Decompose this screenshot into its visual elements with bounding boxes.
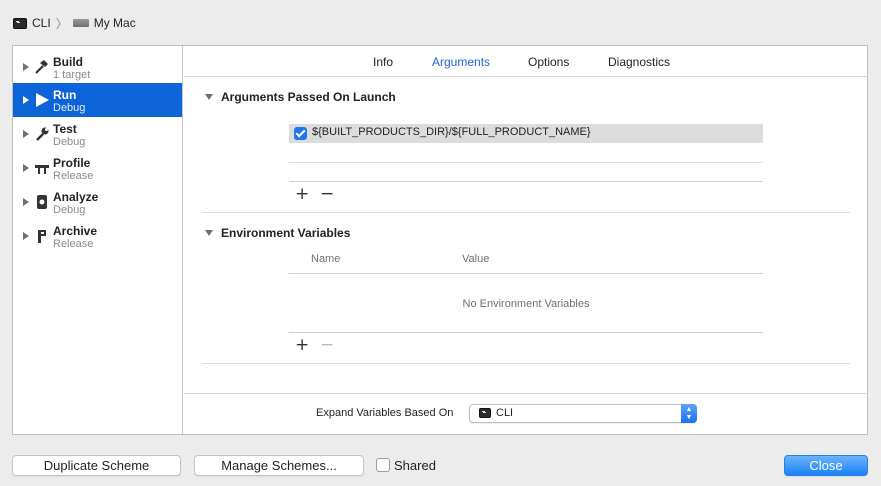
tab-info[interactable]: Info — [373, 55, 393, 69]
sidebar-item-sublabel: Release — [53, 170, 94, 182]
section-divider — [202, 212, 850, 213]
disclosure-triangle-icon[interactable] — [205, 94, 213, 100]
duplicate-scheme-button[interactable]: Duplicate Scheme — [12, 455, 181, 476]
list-bottom-divider — [289, 332, 763, 333]
disclosure-triangle-icon[interactable] — [23, 63, 29, 71]
scheme-editor-panel: Build 1 target Run Debug Test Debug Prof… — [12, 45, 868, 435]
disclosure-triangle-icon[interactable] — [205, 230, 213, 236]
disclosure-triangle-icon[interactable] — [23, 198, 29, 206]
shared-label[interactable]: Shared — [394, 458, 436, 473]
sidebar-item-profile[interactable]: Profile Release — [13, 151, 182, 185]
sidebar-item-run[interactable]: Run Debug — [13, 83, 182, 117]
play-icon — [36, 93, 49, 107]
sidebar-item-label: Test — [53, 122, 77, 136]
sidebar-item-sublabel: Debug — [53, 204, 86, 216]
scheme-action-sidebar: Build 1 target Run Debug Test Debug Prof… — [13, 46, 183, 434]
close-button[interactable]: Close — [784, 455, 868, 476]
sidebar-item-label: Archive — [53, 224, 98, 238]
env-section-title: Environment Variables — [221, 226, 351, 240]
sidebar-item-label: Run — [53, 88, 77, 102]
sidebar-item-test[interactable]: Test Debug — [13, 117, 182, 151]
expand-variables-bar: Expand Variables Based On CLI ▲ ▼ — [184, 393, 868, 434]
breadcrumb-scheme[interactable]: CLI — [32, 16, 51, 30]
scheme-content: Info Arguments Options Diagnostics Argum… — [184, 46, 868, 434]
remove-argument-button[interactable]: − — [320, 186, 334, 203]
hammer-icon — [35, 60, 48, 74]
archive-icon — [38, 230, 46, 243]
list-row-divider — [289, 162, 763, 163]
tab-options[interactable]: Options — [528, 55, 569, 69]
chevron-up-down-icon[interactable]: ▲ ▼ — [681, 404, 697, 423]
sidebar-item-archive[interactable]: Archive Release — [13, 219, 182, 253]
section-divider — [202, 363, 850, 364]
sidebar-item-label: Analyze — [53, 190, 99, 204]
chevron-right-icon: 〉 — [55, 16, 68, 31]
disclosure-triangle-icon[interactable] — [23, 96, 29, 104]
sidebar-item-analyze[interactable]: Analyze Debug — [13, 185, 182, 219]
argument-row[interactable]: ${BUILT_PRODUCTS_DIR}/${FULL_PRODUCT_NAM… — [289, 124, 763, 143]
remove-env-var-button[interactable]: − — [320, 337, 334, 354]
breadcrumb-destination[interactable]: My Mac — [94, 16, 136, 30]
column-header-name[interactable]: Name — [311, 253, 340, 265]
mac-icon — [72, 19, 89, 27]
argument-value[interactable]: ${BUILT_PRODUCTS_DIR}/${FULL_PRODUCT_NAM… — [312, 126, 591, 138]
terminal-icon — [13, 17, 27, 29]
disclosure-triangle-icon[interactable] — [23, 164, 29, 172]
breadcrumb: CLI 〉 My Mac — [13, 15, 136, 31]
sidebar-item-build[interactable]: Build 1 target — [13, 50, 182, 84]
tab-bar: Info Arguments Options Diagnostics — [184, 46, 868, 77]
sidebar-item-sublabel: 1 target — [53, 69, 91, 81]
sidebar-item-sublabel: Debug — [53, 136, 86, 148]
tab-diagnostics[interactable]: Diagnostics — [608, 55, 670, 69]
empty-list-message: No Environment Variables — [462, 298, 590, 310]
column-header-value[interactable]: Value — [462, 253, 489, 265]
arguments-section-title: Arguments Passed On Launch — [221, 90, 396, 104]
shared-checkbox[interactable] — [376, 458, 390, 472]
disclosure-triangle-icon[interactable] — [23, 130, 29, 138]
tab-arguments[interactable]: Arguments — [432, 55, 490, 69]
argument-enabled-checkbox[interactable] — [294, 127, 307, 140]
manage-schemes-button[interactable]: Manage Schemes... — [194, 455, 364, 476]
table-header-divider — [289, 273, 763, 274]
terminal-icon — [479, 408, 491, 418]
profile-icon — [35, 165, 49, 174]
add-env-var-button[interactable]: + — [295, 337, 309, 354]
add-argument-button[interactable]: + — [295, 186, 309, 203]
expand-variables-value: CLI — [496, 407, 514, 419]
analyze-icon — [37, 195, 47, 209]
sidebar-item-sublabel: Release — [53, 238, 94, 250]
sidebar-item-label: Build — [53, 55, 83, 69]
sidebar-item-sublabel: Debug — [53, 102, 86, 114]
expand-variables-label: Expand Variables Based On — [316, 407, 454, 419]
wrench-icon — [36, 127, 49, 141]
expand-variables-select[interactable]: CLI ▲ ▼ — [469, 404, 697, 423]
disclosure-triangle-icon[interactable] — [23, 232, 29, 240]
list-bottom-divider — [289, 181, 763, 182]
sidebar-item-label: Profile — [53, 156, 91, 170]
